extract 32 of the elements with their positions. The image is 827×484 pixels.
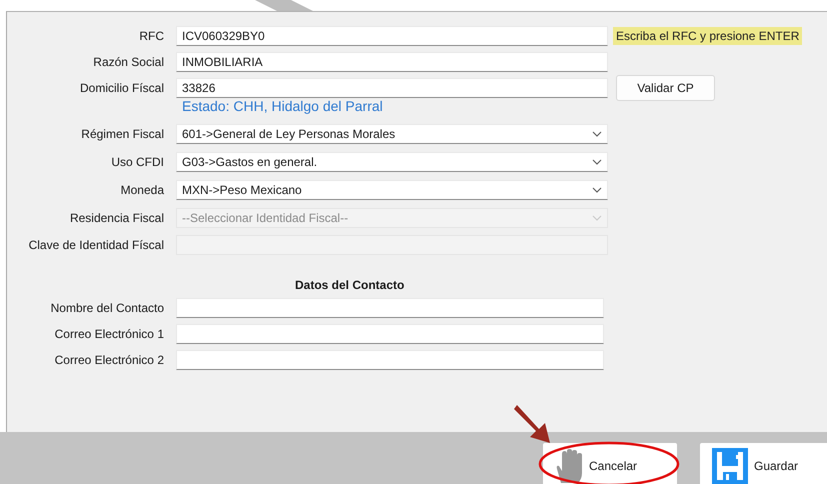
field-label: Domicilio Físcal	[80, 81, 164, 95]
field-label: Correo Electrónico 1	[54, 327, 164, 341]
save-icon	[712, 448, 748, 484]
input-field[interactable]	[176, 350, 604, 370]
field-label: Razón Social	[93, 55, 164, 69]
input-field[interactable]	[176, 324, 604, 344]
field-label: Régimen Fiscal	[81, 127, 164, 141]
input-field[interactable]: ICV060329BY0	[176, 26, 608, 46]
field-label: Nombre del Contacto	[50, 301, 164, 315]
cancel-button[interactable]: Cancelar	[543, 443, 677, 484]
chevron-down-icon	[592, 215, 602, 221]
save-button[interactable]: Guardar	[700, 443, 827, 484]
chevron-down-icon	[592, 187, 602, 193]
dropdown-field[interactable]: 601->General de Ley Personas Morales	[176, 124, 608, 144]
hint-text: Escriba el RFC y presione ENTER	[613, 27, 802, 45]
dropdown-field[interactable]: MXN->Peso Mexicano	[176, 180, 608, 200]
input-field[interactable]: 33826	[176, 78, 608, 98]
input-field[interactable]: INMOBILIARIA	[176, 52, 608, 72]
field-label: Moneda	[120, 183, 164, 197]
status-text: Estado: CHH, Hidalgo del Parral	[182, 98, 383, 114]
field-label: Uso CFDI	[111, 155, 164, 169]
field-label: RFC	[139, 29, 164, 43]
validate-button[interactable]: Validar CP	[616, 75, 715, 101]
hand-icon	[555, 449, 583, 483]
input-field[interactable]	[176, 298, 604, 318]
chevron-down-icon	[592, 159, 602, 165]
field-label: Clave de Identidad Físcal	[28, 238, 164, 252]
chevron-down-icon	[592, 131, 602, 137]
field-label: Correo Electrónico 2	[54, 353, 164, 367]
section-heading: Datos del Contacto	[295, 278, 404, 292]
dropdown-field[interactable]: G03->Gastos en general.	[176, 152, 608, 172]
field-label: Residencia Fiscal	[70, 211, 164, 225]
